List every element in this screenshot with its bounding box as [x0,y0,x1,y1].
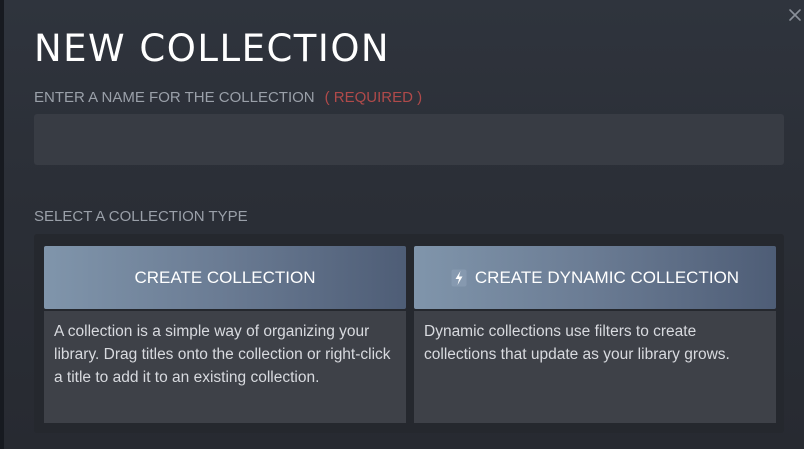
create-collection-button-label: CREATE COLLECTION [134,267,316,287]
create-collection-description: A collection is a simple way of organizi… [44,311,406,423]
required-indicator: ( REQUIRED ) [324,89,423,106]
create-dynamic-collection-description: Dynamic collections use filters to creat… [414,311,776,423]
dialog-title: NEW COLLECTION [34,27,391,70]
collection-option-standard: CREATE COLLECTION A collection is a simp… [44,246,406,423]
new-collection-dialog: NEW COLLECTION ENTER A NAME FOR THE COLL… [4,0,804,449]
name-field-label: ENTER A NAME FOR THE COLLECTION ( REQUIRE… [34,89,422,107]
create-dynamic-collection-button-label: CREATE DYNAMIC COLLECTION [474,267,740,287]
lightning-bolt-icon [451,269,467,287]
collection-type-label: SELECT A COLLECTION TYPE [34,208,248,225]
collection-type-panel: CREATE COLLECTION A collection is a simp… [34,234,784,433]
create-collection-button[interactable]: CREATE COLLECTION [44,246,406,309]
name-field-label-text: ENTER A NAME FOR THE COLLECTION [34,89,315,106]
close-icon[interactable] [788,8,802,22]
collection-name-input[interactable] [34,114,784,165]
collection-option-dynamic: CREATE DYNAMIC COLLECTION Dynamic collec… [414,246,776,423]
create-dynamic-collection-button[interactable]: CREATE DYNAMIC COLLECTION [414,246,776,309]
